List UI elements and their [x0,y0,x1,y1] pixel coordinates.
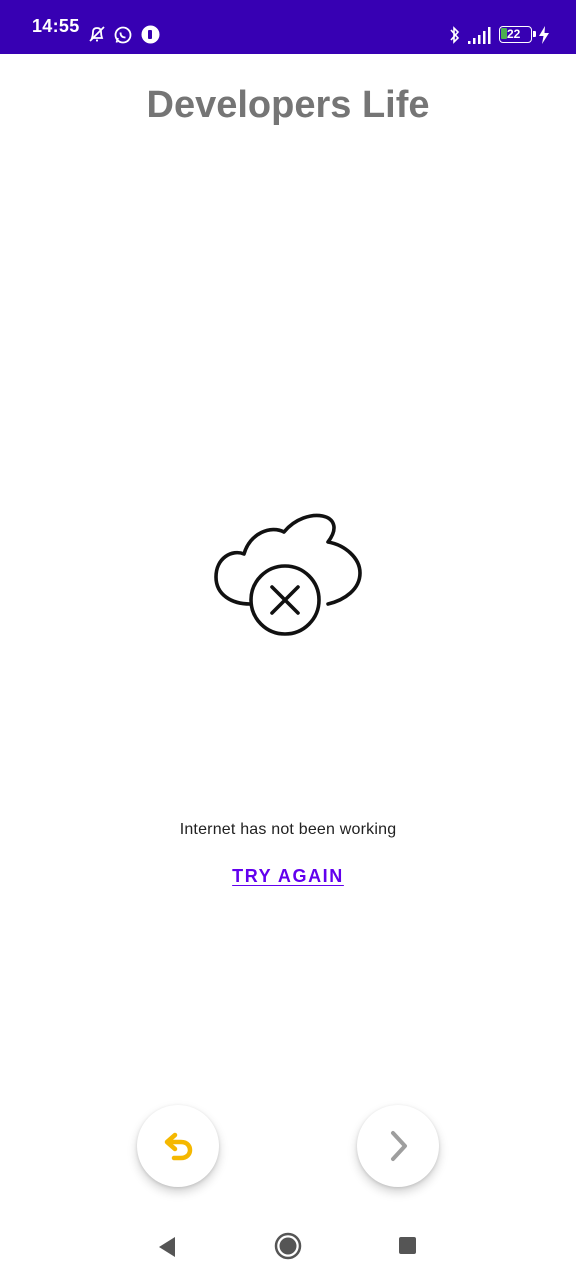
system-navigation-bar [0,1208,576,1280]
status-time: 14:55 [32,16,80,36]
cloud-error-icon [214,513,362,636]
chevron-right-icon [391,1131,407,1161]
charging-icon [539,26,549,44]
nav-back-button[interactable] [157,1236,177,1258]
undo-icon [164,1132,193,1161]
nav-recents-button[interactable] [399,1237,416,1254]
error-illustration [210,505,366,641]
back-fab-button[interactable] [137,1105,219,1187]
page-title: Developers Life [146,84,430,126]
bluetooth-icon [450,26,460,44]
error-message: Internet has not been working [179,821,397,838]
next-fab-button[interactable] [357,1105,439,1187]
nav-home-button[interactable] [274,1232,302,1260]
try-again-button[interactable]: TRY AGAIN [0,866,576,887]
alarm-off-icon [89,26,105,42]
battery-level: 22 [507,27,521,41]
signal-icon [468,27,491,44]
whatsapp-icon [114,26,132,44]
status-bar: 14:55 22 [0,0,576,54]
circle-app-icon [141,25,160,44]
battery-icon: 22 [499,26,536,43]
